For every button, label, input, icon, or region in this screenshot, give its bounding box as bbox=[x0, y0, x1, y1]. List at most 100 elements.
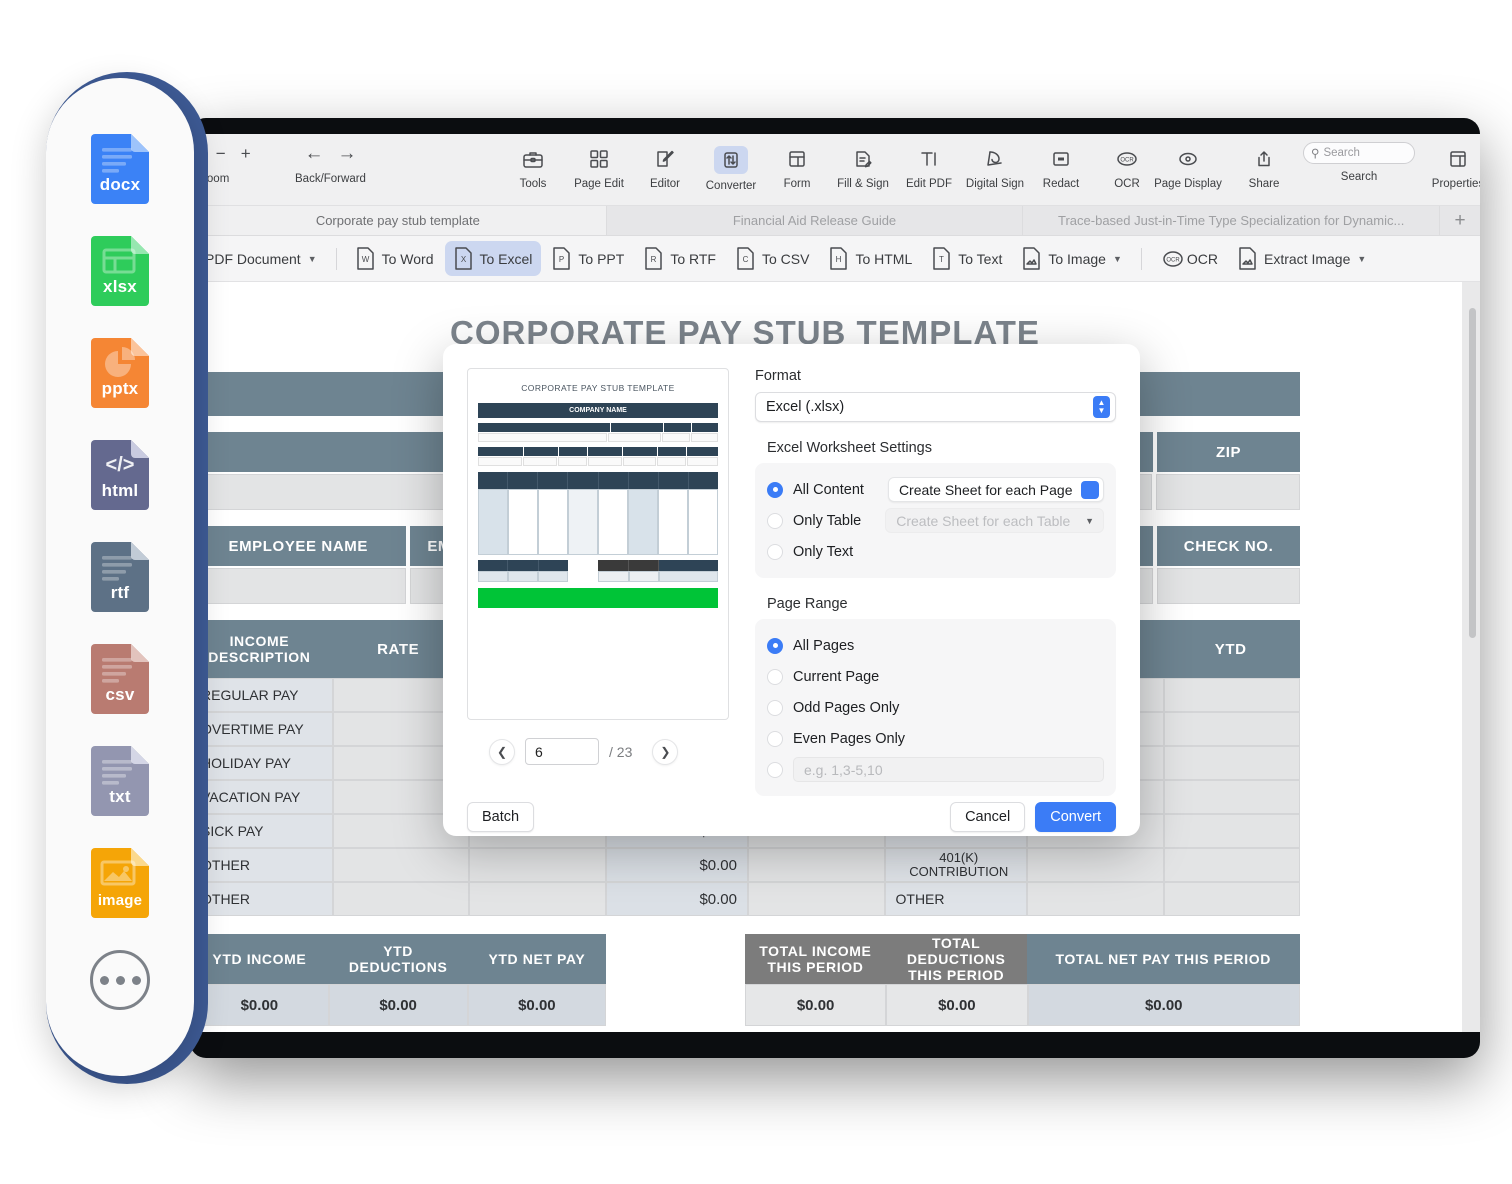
convert-to-ppt-button[interactable]: P To PPT bbox=[543, 241, 633, 276]
convert-to-text-button[interactable]: T To Text bbox=[923, 241, 1011, 276]
doc-type-dropdown[interactable]: PDF Document ▼ bbox=[196, 245, 326, 273]
rate-cell[interactable] bbox=[333, 882, 470, 916]
deduction-ytd-cell[interactable] bbox=[1164, 814, 1301, 848]
file-tile-image[interactable]: image bbox=[91, 848, 149, 918]
convert-button[interactable]: Convert bbox=[1035, 802, 1116, 832]
convert-to-csv-button[interactable]: C To CSV bbox=[727, 241, 818, 276]
file-tile-csv[interactable]: csv bbox=[91, 644, 149, 714]
option-even-pages[interactable]: Even Pages Only bbox=[767, 723, 1104, 754]
file-tile-txt[interactable]: txt bbox=[91, 746, 149, 816]
radio-only-text[interactable] bbox=[767, 544, 783, 560]
radio-current-page[interactable] bbox=[767, 669, 783, 685]
forward-arrow-icon[interactable]: → bbox=[337, 143, 356, 165]
batch-button[interactable]: Batch bbox=[467, 802, 534, 832]
file-tile-html[interactable]: </> html bbox=[91, 440, 149, 510]
ytd-income-cell[interactable] bbox=[748, 848, 885, 882]
scrollbar-thumb[interactable] bbox=[1469, 308, 1476, 638]
sheet-per-page-select[interactable]: Create Sheet for each Page bbox=[888, 477, 1104, 502]
deduction-ytd-cell[interactable] bbox=[1164, 712, 1301, 746]
hours-cell[interactable] bbox=[469, 882, 606, 916]
tab-trace-based-jit[interactable]: Trace-based Just-in-Time Type Specializa… bbox=[1023, 206, 1440, 235]
convert-to-word-button[interactable]: W To Word bbox=[347, 241, 443, 276]
toolbar-item-converter[interactable]: Converter bbox=[698, 142, 764, 192]
table-row[interactable]: OTHER $0.00 OTHER bbox=[190, 882, 1300, 916]
back-arrow-icon[interactable]: ← bbox=[304, 143, 323, 165]
toolbar-item-edit-pdf[interactable]: Edit PDF bbox=[896, 142, 962, 190]
toolbar-item-page-edit[interactable]: Page Edit bbox=[566, 142, 632, 190]
options-column: Format Excel (.xlsx) ▲▼ Excel Worksheet … bbox=[755, 368, 1116, 796]
convert-to-image-button[interactable]: To Image ▼ bbox=[1013, 241, 1131, 276]
ocr-button[interactable]: OCR OCR bbox=[1152, 241, 1227, 276]
check-no-value[interactable] bbox=[1157, 568, 1300, 604]
employee-name-value[interactable] bbox=[190, 568, 406, 604]
deduction-ytd-cell[interactable] bbox=[1164, 780, 1301, 814]
zoom-out-button[interactable]: − bbox=[213, 144, 228, 164]
new-tab-button[interactable]: + bbox=[1440, 206, 1480, 235]
toolbar-item-editor[interactable]: Editor bbox=[632, 142, 698, 190]
tab-financial-aid[interactable]: Financial Aid Release Guide bbox=[607, 206, 1024, 235]
page-preview[interactable]: CORPORATE PAY STUB TEMPLATE COMPANY NAME bbox=[467, 368, 729, 720]
option-custom-range[interactable]: e.g. 1,3-5,10 bbox=[767, 754, 1104, 785]
deduction-ytd-cell[interactable] bbox=[1164, 848, 1301, 882]
zoom-in-button[interactable]: + bbox=[238, 144, 253, 164]
option-only-text[interactable]: Only Text bbox=[767, 536, 1104, 567]
deduction-label: 401(K) CONTRIBUTION bbox=[885, 848, 1028, 882]
option-all-content[interactable]: All Content Create Sheet for each Page bbox=[767, 474, 1104, 505]
option-current-page[interactable]: Current Page bbox=[767, 661, 1104, 692]
deduction-ytd-cell[interactable] bbox=[1164, 678, 1301, 712]
toolbar-item-form[interactable]: Form bbox=[764, 142, 830, 190]
custom-range-input[interactable]: e.g. 1,3-5,10 bbox=[793, 757, 1104, 782]
ytd-income-cell[interactable] bbox=[748, 882, 885, 916]
toolbar-item-fill-sign[interactable]: Fill & Sign bbox=[830, 142, 896, 190]
deduction-current-cell[interactable] bbox=[1027, 848, 1164, 882]
toolbar-item-redact[interactable]: Redact bbox=[1028, 142, 1094, 190]
convert-to-excel-button[interactable]: X To Excel bbox=[445, 241, 542, 276]
grid-icon bbox=[589, 146, 609, 172]
zip-value[interactable] bbox=[1156, 474, 1300, 510]
file-tile-xlsx[interactable]: xlsx bbox=[91, 236, 149, 306]
convert-to-rtf-button[interactable]: R To RTF bbox=[635, 241, 725, 276]
radio-odd-pages[interactable] bbox=[767, 700, 783, 716]
svg-text:R: R bbox=[651, 255, 657, 264]
toolbar-item-share[interactable]: Share bbox=[1231, 142, 1297, 190]
hours-cell[interactable] bbox=[469, 848, 606, 882]
vertical-scrollbar[interactable] bbox=[1469, 308, 1476, 1032]
radio-even-pages[interactable] bbox=[767, 731, 783, 747]
dot-icon bbox=[132, 976, 141, 985]
preview-column: CORPORATE PAY STUB TEMPLATE COMPANY NAME bbox=[467, 368, 729, 796]
prev-page-button[interactable]: ❮ bbox=[489, 739, 515, 765]
table-row[interactable]: OTHER $0.00 401(K) CONTRIBUTION bbox=[190, 848, 1300, 882]
stepper-icon[interactable]: ▲▼ bbox=[1093, 396, 1110, 418]
option-all-pages[interactable]: All Pages bbox=[767, 630, 1104, 661]
toolbar-item-properties[interactable]: Properties bbox=[1425, 142, 1480, 190]
more-options-button[interactable] bbox=[90, 950, 150, 1010]
cancel-button[interactable]: Cancel bbox=[950, 802, 1025, 832]
file-tile-docx[interactable]: docx bbox=[91, 134, 149, 204]
file-tile-pptx[interactable]: pptx bbox=[91, 338, 149, 408]
option-odd-pages[interactable]: Odd Pages Only bbox=[767, 692, 1104, 723]
convert-to-html-button[interactable]: H To HTML bbox=[820, 241, 921, 276]
excel-file-icon: X bbox=[454, 247, 473, 270]
chevron-left-icon: ❮ bbox=[497, 745, 507, 759]
next-page-button[interactable]: ❯ bbox=[652, 739, 678, 765]
file-tile-rtf[interactable]: rtf bbox=[91, 542, 149, 612]
toolbar-item-page-display[interactable]: Page Display bbox=[1145, 142, 1231, 190]
search-input[interactable]: ⚲ Search bbox=[1303, 142, 1415, 164]
format-select[interactable]: Excel (.xlsx) ▲▼ bbox=[755, 392, 1116, 422]
deduction-ytd-cell[interactable] bbox=[1164, 746, 1301, 780]
search-placeholder: Search bbox=[1323, 147, 1359, 159]
option-only-table[interactable]: Only Table Create Sheet for each Table ▼ bbox=[767, 505, 1104, 536]
file-tile-label: rtf bbox=[91, 583, 149, 603]
extract-image-button[interactable]: Extract Image ▼ bbox=[1229, 241, 1375, 276]
radio-custom-range[interactable] bbox=[767, 762, 783, 778]
toolbar-item-digital-sign[interactable]: Digital Sign bbox=[962, 142, 1028, 190]
radio-all-pages[interactable] bbox=[767, 638, 783, 654]
rate-cell[interactable] bbox=[333, 848, 470, 882]
radio-all-content[interactable] bbox=[767, 482, 783, 498]
page-number-input[interactable]: 6 bbox=[525, 738, 599, 765]
deduction-ytd-cell[interactable] bbox=[1164, 882, 1301, 916]
toolbar-item-tools[interactable]: Tools bbox=[500, 142, 566, 190]
deduction-current-cell[interactable] bbox=[1027, 882, 1164, 916]
tab-corporate-pay-stub[interactable]: Corporate pay stub template bbox=[190, 206, 607, 235]
radio-only-table[interactable] bbox=[767, 513, 783, 529]
